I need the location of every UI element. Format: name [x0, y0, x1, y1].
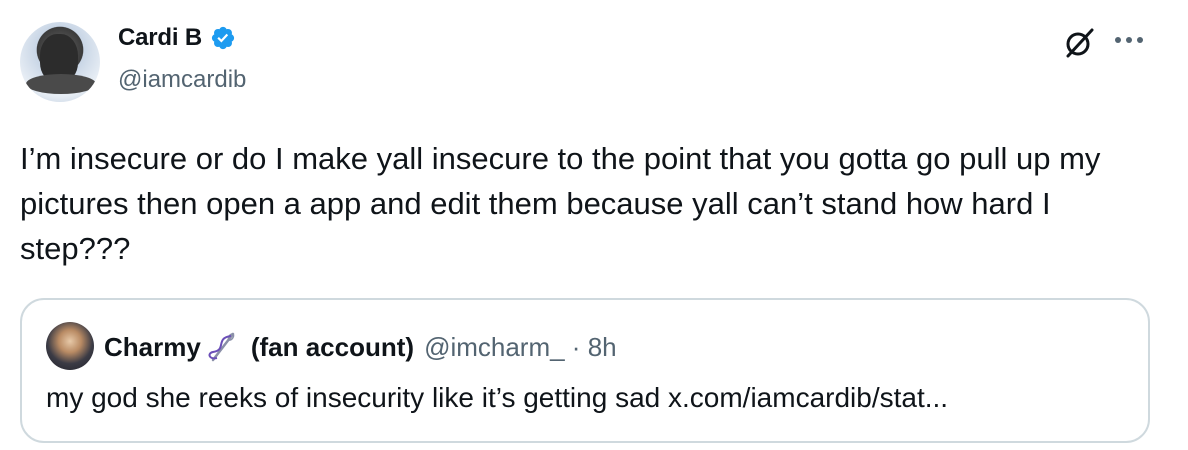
author-name-row: Cardi B — [118, 24, 236, 52]
quoted-handle-time[interactable]: @imcharm_ · 8h — [424, 332, 617, 363]
avatar-body — [26, 74, 96, 94]
author-handle[interactable]: @iamcardib — [118, 66, 246, 94]
author-display-name[interactable]: Cardi B — [118, 24, 202, 52]
needle-thread-emoji-icon — [208, 332, 235, 362]
quoted-author-name-suffix: (fan account) — [250, 331, 415, 362]
quoted-author-avatar[interactable] — [46, 322, 94, 370]
quoted-tweet-text: my god she reeks of insecurity like it’s… — [46, 382, 949, 413]
grok-icon[interactable] — [1062, 26, 1096, 60]
quoted-tweet-card[interactable]: Charmy (fan account) @imcharm_ · 8h my g… — [20, 298, 1150, 443]
more-options-icon[interactable] — [1112, 30, 1146, 50]
quoted-author-name[interactable]: Charmy — [104, 332, 201, 363]
tweet-text: I’m insecure or do I make yall insecure … — [20, 141, 1101, 266]
verified-badge-icon — [211, 26, 235, 50]
author-avatar[interactable] — [20, 22, 100, 102]
quoted-tweet-header: Charmy (fan account) @imcharm_ · 8h — [104, 330, 617, 364]
